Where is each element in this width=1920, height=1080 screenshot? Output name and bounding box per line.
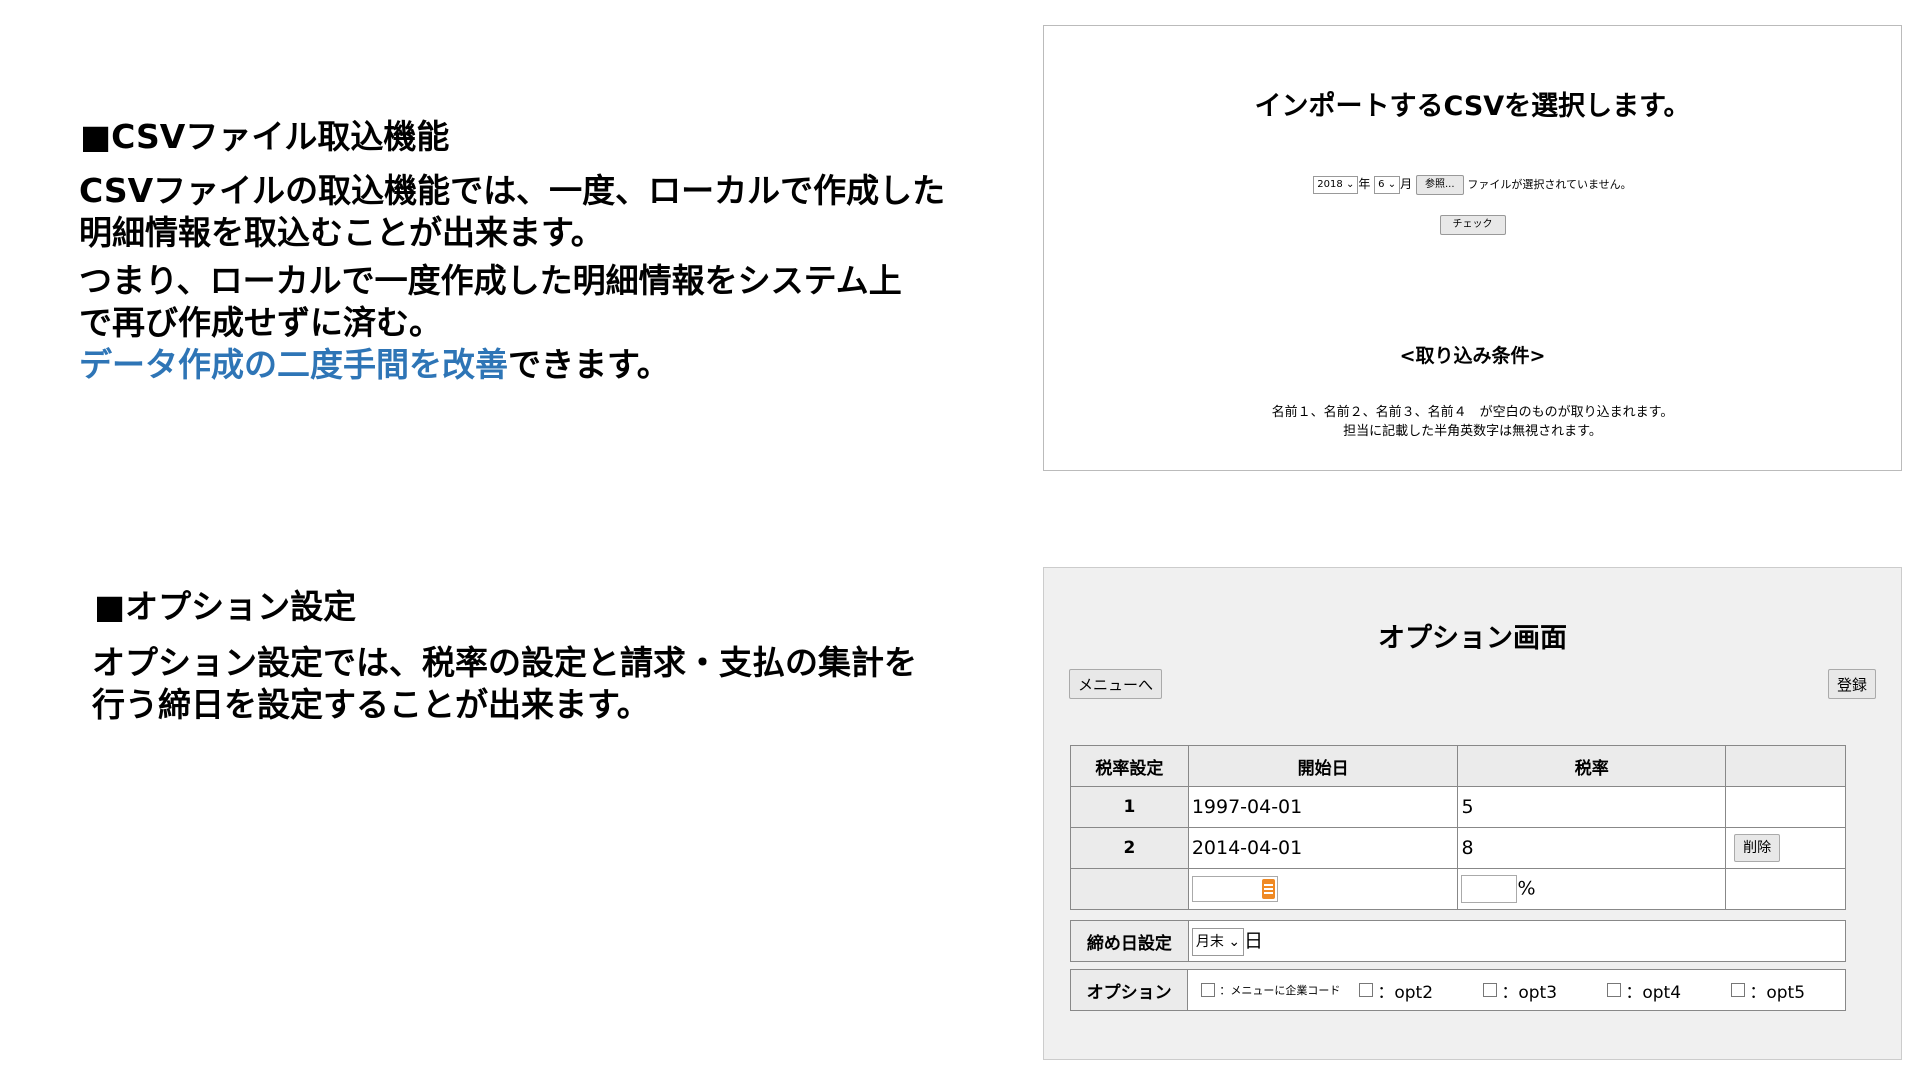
option-checkbox-3[interactable] xyxy=(1483,983,1498,997)
row-number: 2 xyxy=(1070,827,1189,869)
option-screen-title: オプション画面 xyxy=(1378,623,1567,654)
new-rate-cell: % xyxy=(1457,868,1727,910)
calendar-icon[interactable] xyxy=(1261,879,1275,899)
csv-screen-title: インポートするCSVを選択します。 xyxy=(1254,91,1691,122)
option-text-2: ：opt2 xyxy=(1377,982,1434,1003)
option-checkbox-4[interactable] xyxy=(1607,983,1622,997)
table-row: 1 1997-04-01 5 xyxy=(1070,786,1846,828)
option-text-1: ：メニューに企業コード xyxy=(1219,984,1341,997)
closing-day-select[interactable]: 月末 ⌄ xyxy=(1191,927,1245,956)
chevron-down-icon: ⌄ xyxy=(1228,933,1241,950)
month-suffix: 月 xyxy=(1400,177,1413,191)
check-button[interactable]: チェック xyxy=(1439,214,1506,235)
menu-button[interactable]: メニューへ xyxy=(1069,669,1163,699)
action-cell xyxy=(1725,786,1846,828)
delete-button[interactable]: 削除 xyxy=(1734,834,1781,862)
new-rate-row: % xyxy=(1070,868,1846,910)
option-checkbox-1[interactable] xyxy=(1201,983,1216,997)
option-checkbox-2[interactable] xyxy=(1359,983,1374,997)
row-number: 1 xyxy=(1070,786,1189,828)
tax-setting-header: 税率設定 xyxy=(1070,745,1189,787)
option-desc-line-1: オプション設定では、税率の設定と請求・支払の集計を xyxy=(92,643,917,682)
start-date-cell: 1997-04-01 xyxy=(1187,786,1459,828)
conditions-line-2: 担当に記載した半角英数字は無視されます。 xyxy=(1343,424,1602,439)
closing-day-row: 締め日設定 月末 ⌄ 日 xyxy=(1070,920,1847,962)
table-row: 2 2014-04-01 8 削除 xyxy=(1070,827,1846,869)
action-header xyxy=(1725,745,1846,787)
options-table: オプション ：メニューに企業コード ：opt2 ：opt3 ：opt4 ：opt… xyxy=(1069,969,1846,1011)
csv-desc-line-5-rest: できます。 xyxy=(508,345,670,384)
file-status-text: ファイルが選択されていません。 xyxy=(1467,178,1632,191)
options-row: オプション ：メニューに企業コード ：opt2 ：opt3 ：opt4 ：opt… xyxy=(1069,969,1846,1011)
action-cell xyxy=(1725,868,1846,910)
tax-table-header: 税率設定 開始日 税率 xyxy=(1070,745,1846,787)
csv-section-description: CSVファイルの取込機能では、一度、ローカルで作成した 明細情報を取込むことが出… xyxy=(79,170,945,386)
browse-button[interactable]: 参照... xyxy=(1415,174,1464,195)
start-date-cell: 2014-04-01 xyxy=(1187,827,1459,869)
option-section-heading: ■オプション設定 xyxy=(94,587,357,626)
percent-suffix: % xyxy=(1517,877,1536,900)
new-start-date-cell xyxy=(1187,868,1459,910)
chevron-down-icon: ⌄ xyxy=(1387,178,1397,190)
csv-desc-line-5: データ作成の二度手間を改善できます。 xyxy=(79,344,945,386)
csv-desc-highlight: データ作成の二度手間を改善 xyxy=(79,345,508,384)
action-cell: 削除 xyxy=(1725,827,1846,869)
closing-day-label: 締め日設定 xyxy=(1070,920,1189,962)
register-button[interactable]: 登録 xyxy=(1827,669,1876,699)
conditions-text: 名前１、名前２、名前３、名前４ が空白のものが取り込まれます。 担当に記載した半… xyxy=(1044,403,1901,441)
option-item-5: ：opt5 xyxy=(1731,978,1805,1003)
tax-rate-header: 税率 xyxy=(1457,745,1727,787)
options-cell: ：メニューに企業コード ：opt2 ：opt3 ：opt4 ：opt5 xyxy=(1187,969,1846,1011)
option-item-2: ：opt2 xyxy=(1359,978,1483,1003)
csv-file-form: 2018 ⌄ 年 6 ⌄ 月 参照... ファイルが選択されていません。 xyxy=(1044,174,1901,195)
tax-rate-table: 税率設定 開始日 税率 1 1997-04-01 5 2 2014-04-01 … xyxy=(1070,745,1846,910)
csv-import-screenshot: インポートするCSVを選択します。 2018 ⌄ 年 6 ⌄ 月 参照... ファイ… xyxy=(1043,25,1902,471)
option-item-4: ：opt4 xyxy=(1607,978,1731,1003)
option-text-4: ：opt4 xyxy=(1625,982,1682,1003)
month-select[interactable]: 6 ⌄ xyxy=(1374,175,1401,194)
start-date-header: 開始日 xyxy=(1187,745,1459,787)
option-item-1: ：メニューに企業コード xyxy=(1191,982,1359,998)
conditions-title: <取り込み条件> xyxy=(1399,345,1546,367)
row-number xyxy=(1070,868,1189,910)
option-desc-line-2: 行う締日を設定することが出来ます。 xyxy=(92,685,650,724)
csv-desc-line-2: 明細情報を取込むことが出来ます。 xyxy=(79,213,604,252)
options-label: オプション xyxy=(1069,969,1189,1011)
option-screen-screenshot: オプション画面 メニューへ 登録 税率設定 開始日 税率 1 1997-04-0… xyxy=(1043,567,1902,1060)
option-checkbox-5[interactable] xyxy=(1731,983,1746,997)
tax-rate-input[interactable] xyxy=(1461,875,1518,903)
conditions-line-1: 名前１、名前２、名前３、名前４ が空白のものが取り込まれます。 xyxy=(1271,405,1674,420)
option-text-3: ：opt3 xyxy=(1501,982,1558,1003)
csv-desc-line-3: つまり、ローカルで一度作成した明細情報をシステム上 xyxy=(79,261,902,300)
tax-rate-cell: 8 xyxy=(1457,827,1727,869)
closing-day-cell: 月末 ⌄ 日 xyxy=(1187,920,1847,962)
option-item-3: ：opt3 xyxy=(1483,978,1607,1003)
tax-rate-cell: 5 xyxy=(1457,786,1727,828)
csv-desc-line-1: CSVファイルの取込機能では、一度、ローカルで作成した xyxy=(79,171,946,210)
chevron-down-icon: ⌄ xyxy=(1345,178,1355,190)
year-suffix: 年 xyxy=(1358,177,1371,191)
csv-section-heading: ■CSVファイル取込機能 xyxy=(80,117,450,156)
option-section-description: オプション設定では、税率の設定と請求・支払の集計を 行う締日を設定することが出来… xyxy=(92,642,917,726)
csv-desc-line-4: で再び作成せずに済む。 xyxy=(79,303,442,342)
option-text-5: ：opt5 xyxy=(1749,982,1806,1003)
day-suffix: 日 xyxy=(1244,930,1264,953)
year-select[interactable]: 2018 ⌄ xyxy=(1313,175,1359,194)
closing-day-table: 締め日設定 月末 ⌄ 日 xyxy=(1070,920,1847,962)
